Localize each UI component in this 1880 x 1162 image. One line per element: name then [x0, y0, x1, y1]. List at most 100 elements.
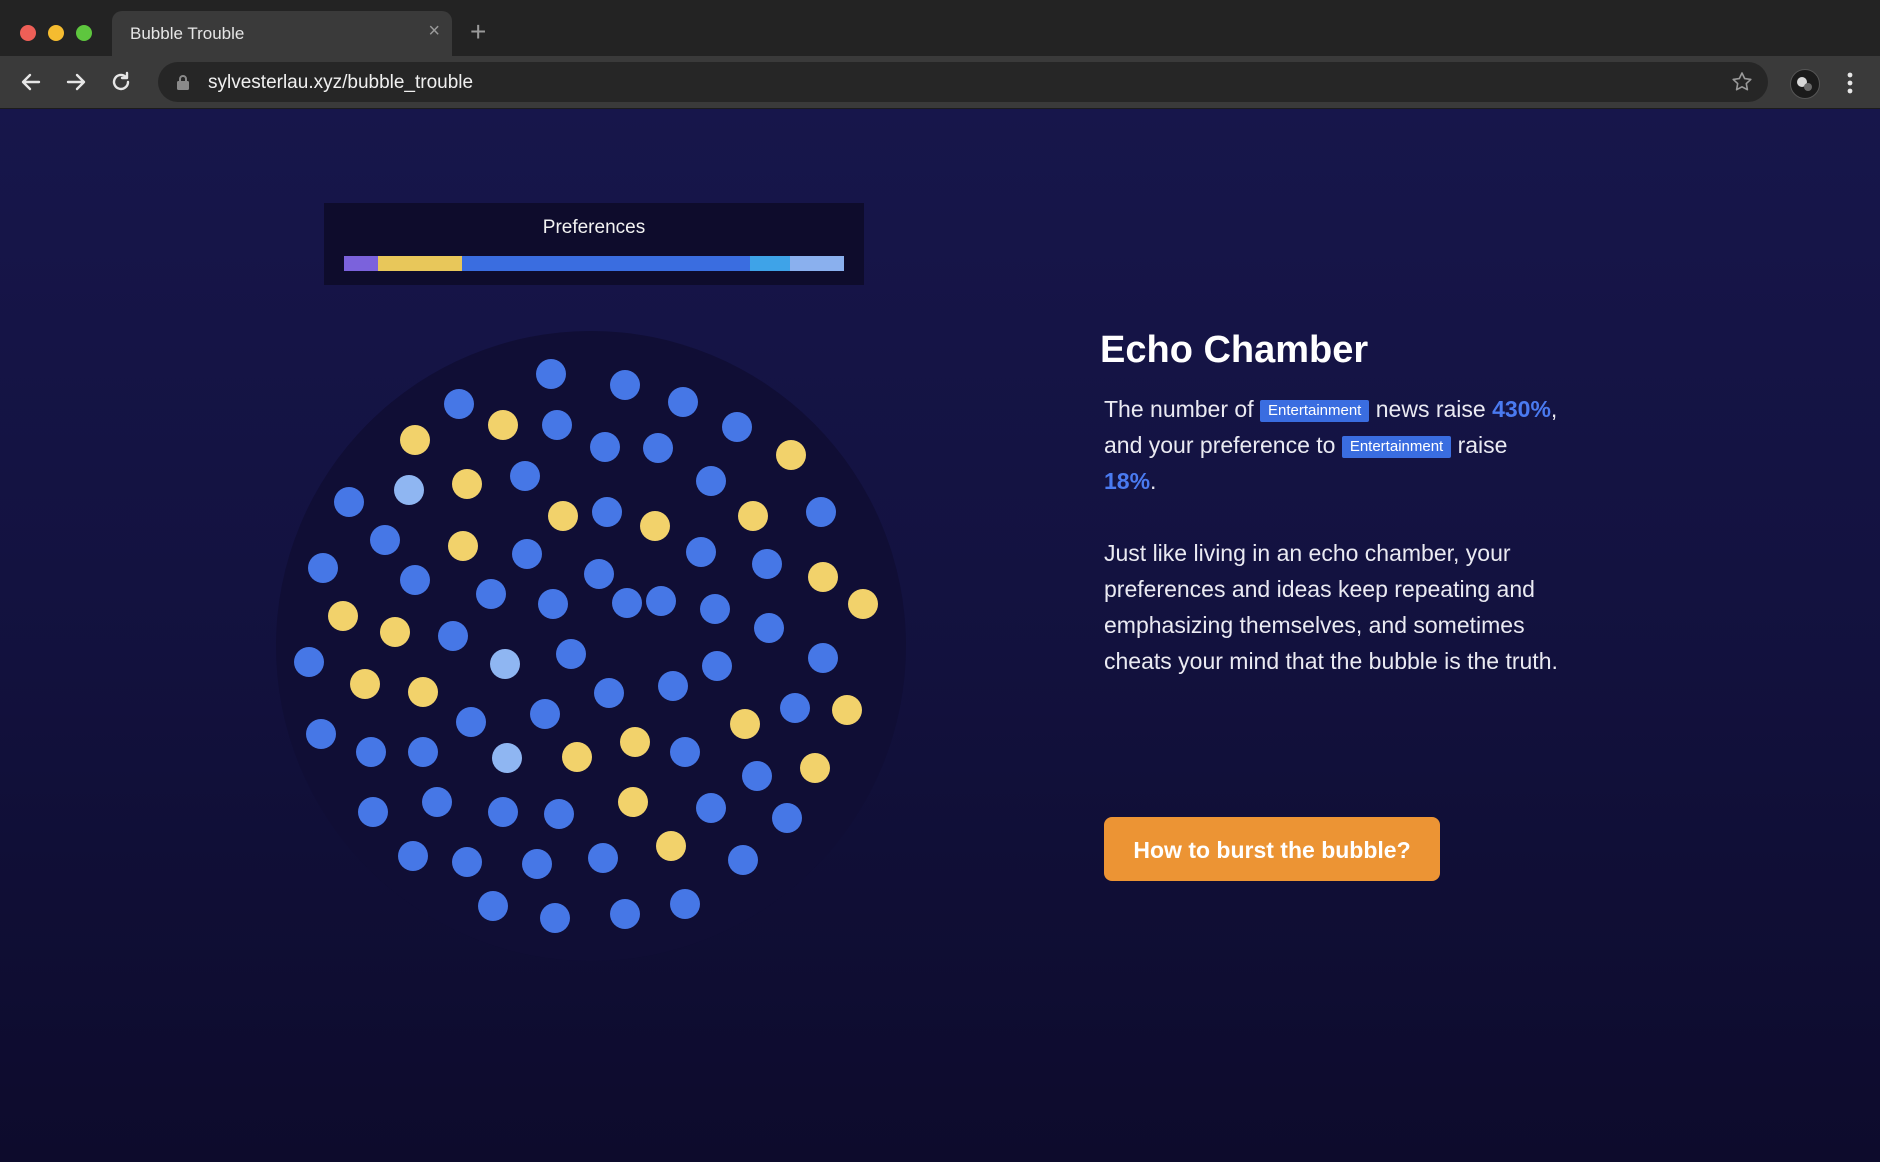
bubble-dot: [510, 461, 540, 491]
bubble-dot: [356, 737, 386, 767]
bubble-dot: [542, 410, 572, 440]
stat-news-increase: 430%: [1492, 396, 1551, 422]
bubble-dot: [408, 677, 438, 707]
bubble-dot: [328, 601, 358, 631]
bubble-dot: [670, 737, 700, 767]
address-bar[interactable]: sylvesterlau.xyz/bubble_trouble: [158, 62, 1768, 102]
bubble-dot: [294, 647, 324, 677]
category-chip: Entertainment: [1341, 436, 1452, 458]
browser-toolbar: sylvesterlau.xyz/bubble_trouble: [0, 56, 1880, 109]
bubble-dot: [478, 891, 508, 921]
info-paragraph-explanation: Just like living in an echo chamber, you…: [1104, 540, 1558, 674]
bubble-dot: [536, 359, 566, 389]
bubble-dot: [806, 497, 836, 527]
bubble-dot: [808, 643, 838, 673]
more-vert-icon[interactable]: [1840, 68, 1860, 98]
bubble-dot: [686, 537, 716, 567]
bubble-dot: [490, 649, 520, 679]
url-text[interactable]: sylvesterlau.xyz/bubble_trouble: [208, 72, 473, 94]
bubble-dot: [488, 410, 518, 440]
extension-icon[interactable]: [1790, 69, 1820, 99]
preferences-title: Preferences: [542, 217, 646, 238]
bubble-dot: [800, 753, 830, 783]
tab-title: Bubble Trouble: [130, 24, 245, 43]
stat-preference-increase: 18%: [1104, 468, 1151, 494]
page-content: Preferences Echo Chamber The number of E…: [0, 109, 1880, 1162]
bubble-dot: [538, 589, 568, 619]
bubble-dot: [492, 743, 522, 773]
bubble-dot: [422, 787, 452, 817]
preference-segment: [462, 256, 750, 271]
close-window-button[interactable]: [20, 25, 36, 41]
bubble-dot: [394, 475, 424, 505]
star-icon[interactable]: [1730, 70, 1754, 94]
minimize-window-button[interactable]: [48, 25, 64, 41]
browser-tab-bar: Bubble Trouble × +: [0, 0, 1880, 56]
bubble-dot: [640, 511, 670, 541]
tab-close-icon[interactable]: ×: [428, 21, 440, 41]
category-chip: Entertainment: [1259, 400, 1370, 422]
bubble-dot: [408, 737, 438, 767]
bubble-dot: [380, 617, 410, 647]
bubble-dot: [452, 469, 482, 499]
bubble-dot: [592, 497, 622, 527]
bubble-dot: [730, 709, 760, 739]
bubble-dot: [358, 797, 388, 827]
bubble-dot: [444, 389, 474, 419]
bubble-dot: [618, 787, 648, 817]
bubble-dot: [530, 699, 560, 729]
text-fragment: news raise: [1369, 396, 1493, 422]
bubble-dot: [306, 719, 336, 749]
bubble-dot: [544, 799, 574, 829]
text-fragment: .: [1150, 468, 1157, 494]
burst-bubble-button[interactable]: How to burst the bubble?: [1104, 817, 1440, 881]
preferences-bar: [344, 256, 844, 271]
bubble-dot: [476, 579, 506, 609]
bubble-dot: [370, 525, 400, 555]
bubble-dot: [848, 589, 878, 619]
bubble-dot: [456, 707, 486, 737]
bubble-dot: [702, 651, 732, 681]
forward-arrow-icon[interactable]: [61, 67, 91, 97]
bubble-dot: [610, 899, 640, 929]
preference-segment: [344, 256, 378, 271]
reload-icon[interactable]: [106, 67, 136, 97]
bubble-dot: [400, 565, 430, 595]
bubble-dot: [548, 501, 578, 531]
browser-tab[interactable]: Bubble Trouble ×: [112, 11, 452, 56]
maximize-window-button[interactable]: [76, 25, 92, 41]
bubble-dot: [452, 847, 482, 877]
bubble-dot: [488, 797, 518, 827]
bubble-dot: [754, 613, 784, 643]
bubble-svg: [276, 331, 906, 961]
info-paragraph-stats: The number of Entertainment news raise 4…: [1104, 391, 1564, 499]
bubble-dot: [752, 549, 782, 579]
bubble-dot: [584, 559, 614, 589]
bubble-dot: [728, 845, 758, 875]
preference-segment: [790, 256, 844, 271]
bubble-dot: [696, 466, 726, 496]
bubble-dot: [556, 639, 586, 669]
bubble-dot: [512, 539, 542, 569]
bubble-dot: [562, 742, 592, 772]
text-fragment: The number of: [1104, 396, 1260, 422]
bubble-dot: [646, 586, 676, 616]
bubble-dot: [590, 432, 620, 462]
bubble-dot: [400, 425, 430, 455]
preference-segment: [378, 256, 462, 271]
bubble-dot: [610, 370, 640, 400]
back-arrow-icon[interactable]: [16, 67, 46, 97]
bubble-dot: [832, 695, 862, 725]
info-title: Echo Chamber: [1100, 329, 1369, 371]
bubble-dot: [738, 501, 768, 531]
preference-segment: [750, 256, 790, 271]
bubble-dot: [696, 793, 726, 823]
bubble-dot: [700, 594, 730, 624]
bubble-dot: [656, 831, 686, 861]
new-tab-button[interactable]: +: [470, 18, 486, 46]
bubble-dot: [722, 412, 752, 442]
bubble-dot: [780, 693, 810, 723]
bubble-visualization: [274, 329, 908, 963]
bubble-dot: [808, 562, 838, 592]
bubble-dot: [398, 841, 428, 871]
